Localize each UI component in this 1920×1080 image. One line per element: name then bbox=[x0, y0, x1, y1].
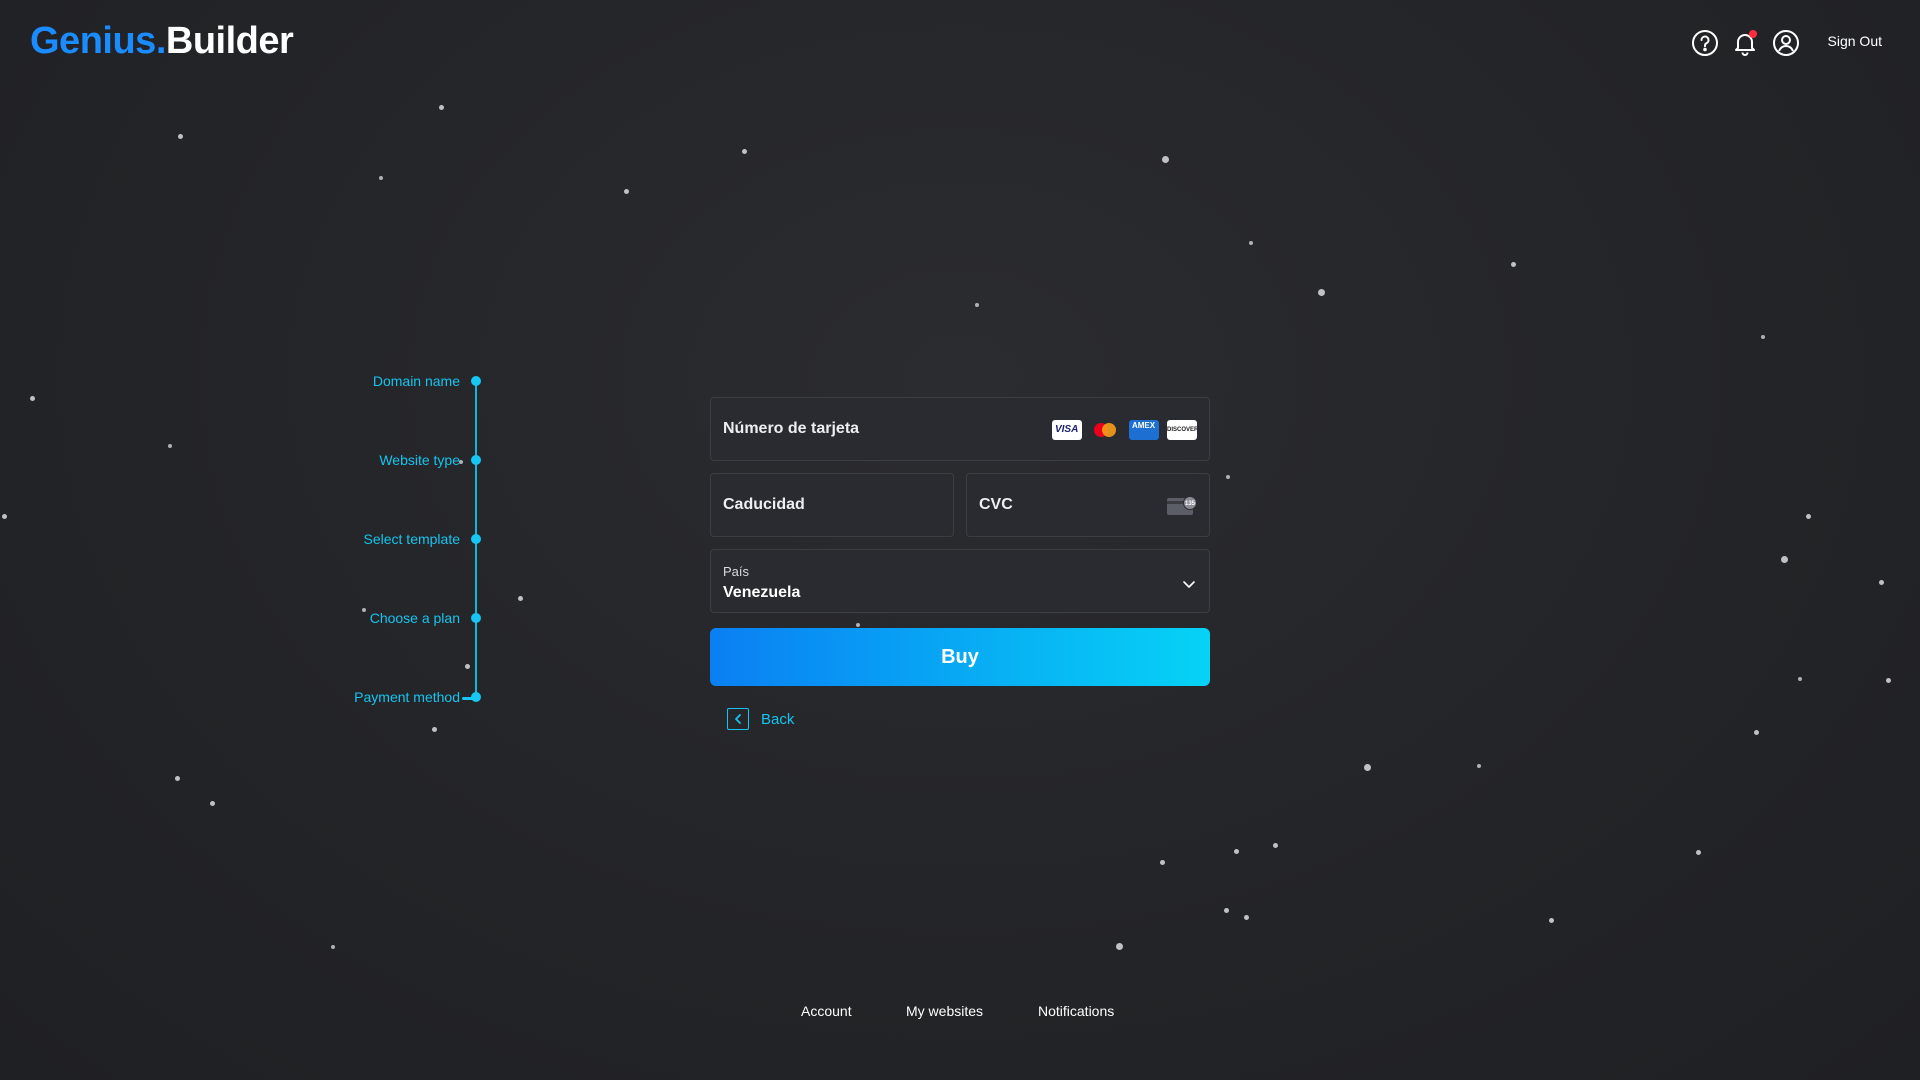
step-domain-name[interactable]: Domain name bbox=[250, 373, 490, 393]
star bbox=[742, 149, 747, 154]
star bbox=[1234, 849, 1239, 854]
logo-text-builder: Builder bbox=[165, 20, 294, 62]
star bbox=[1364, 764, 1371, 771]
star bbox=[1886, 678, 1891, 683]
mastercard-icon bbox=[1090, 420, 1120, 440]
step-marker bbox=[471, 455, 481, 465]
genius-builder-logo[interactable]: Genius.Builder bbox=[30, 20, 294, 63]
buy-button[interactable]: Buy bbox=[710, 628, 1210, 686]
star bbox=[856, 623, 860, 627]
star bbox=[1244, 915, 1249, 920]
star bbox=[1879, 580, 1884, 585]
star bbox=[210, 801, 215, 806]
country-label: País bbox=[723, 564, 750, 579]
star bbox=[1696, 850, 1701, 855]
star bbox=[1162, 156, 1169, 163]
star bbox=[379, 176, 383, 180]
step-marker bbox=[471, 534, 481, 544]
star bbox=[1273, 843, 1278, 848]
star bbox=[1224, 908, 1229, 913]
star bbox=[1116, 943, 1123, 950]
step-label: Payment method bbox=[354, 689, 460, 705]
visa-icon: VISA bbox=[1051, 420, 1082, 440]
expiry-placeholder: Caducidad bbox=[723, 496, 805, 513]
star bbox=[178, 134, 183, 139]
step-marker bbox=[471, 692, 481, 702]
footer-link-my-websites[interactable]: My websites bbox=[906, 1003, 983, 1019]
step-label: Select template bbox=[363, 531, 461, 547]
progress-stepper: Domain name Website type Select template… bbox=[300, 370, 490, 710]
step-marker bbox=[471, 613, 481, 623]
card-number-placeholder: Número de tarjeta bbox=[723, 420, 860, 437]
step-label: Domain name bbox=[372, 373, 460, 389]
star bbox=[1754, 730, 1759, 735]
step-website-type[interactable]: Website type bbox=[250, 452, 490, 472]
notification-dot bbox=[1749, 30, 1757, 38]
logo-dot: . bbox=[155, 20, 167, 62]
star bbox=[30, 396, 35, 401]
chevron-left-icon bbox=[727, 708, 749, 730]
star bbox=[1761, 335, 1765, 339]
star bbox=[1477, 764, 1481, 768]
discover-icon: DISCOVER bbox=[1167, 420, 1197, 440]
country-select[interactable]: País Venezuela bbox=[710, 549, 1210, 613]
star bbox=[1806, 514, 1811, 519]
chevron-down-icon bbox=[1183, 581, 1195, 588]
star bbox=[624, 189, 629, 194]
star bbox=[518, 596, 523, 601]
step-payment-method[interactable]: Payment method bbox=[250, 689, 490, 709]
card-brands: VISA AMEX DISCOVER bbox=[1048, 420, 1197, 440]
step-label: Website type bbox=[379, 452, 460, 468]
footer-link-notifications[interactable]: Notifications bbox=[1038, 1003, 1114, 1019]
logo-text-genius: Genius bbox=[30, 20, 156, 62]
star bbox=[1549, 918, 1554, 923]
amex-icon: AMEX bbox=[1128, 420, 1159, 440]
star bbox=[1318, 289, 1325, 296]
step-choose-plan[interactable]: Choose a plan bbox=[250, 610, 490, 630]
cvc-input[interactable]: CVC 135 bbox=[966, 473, 1210, 537]
back-label: Back bbox=[761, 711, 795, 728]
star bbox=[1226, 475, 1230, 479]
step-select-template[interactable]: Select template bbox=[250, 531, 490, 551]
star bbox=[975, 303, 979, 307]
card-number-input[interactable]: Número de tarjeta VISA AMEX DISCOVER bbox=[710, 397, 1210, 461]
cvc-icon-text: 135 bbox=[1185, 501, 1196, 507]
star bbox=[1160, 860, 1165, 865]
country-value: Venezuela bbox=[723, 584, 801, 601]
sign-out-link[interactable]: Sign Out bbox=[1828, 33, 1882, 49]
star bbox=[168, 444, 172, 448]
footer-link-account[interactable]: Account bbox=[801, 1003, 852, 1019]
step-marker bbox=[471, 376, 481, 386]
account-user-icon[interactable] bbox=[1770, 27, 1802, 59]
star bbox=[1781, 556, 1788, 563]
star bbox=[439, 105, 444, 110]
star bbox=[432, 727, 437, 732]
star bbox=[1798, 677, 1802, 681]
star bbox=[331, 945, 335, 949]
help-icon[interactable] bbox=[1689, 27, 1721, 59]
step-label: Choose a plan bbox=[369, 610, 460, 626]
notifications-bell-icon[interactable] bbox=[1729, 27, 1761, 59]
star bbox=[1511, 262, 1516, 267]
star bbox=[1249, 241, 1253, 245]
star bbox=[2, 514, 7, 519]
expiry-input[interactable]: Caducidad bbox=[710, 473, 954, 537]
star bbox=[175, 776, 180, 781]
footer-nav: Account My websites Notifications bbox=[0, 1003, 1920, 1023]
cvc-placeholder: CVC bbox=[979, 496, 1013, 513]
top-header: Genius.Builder Sign Out bbox=[0, 0, 1920, 88]
cvc-card-icon: 135 bbox=[1167, 496, 1197, 515]
